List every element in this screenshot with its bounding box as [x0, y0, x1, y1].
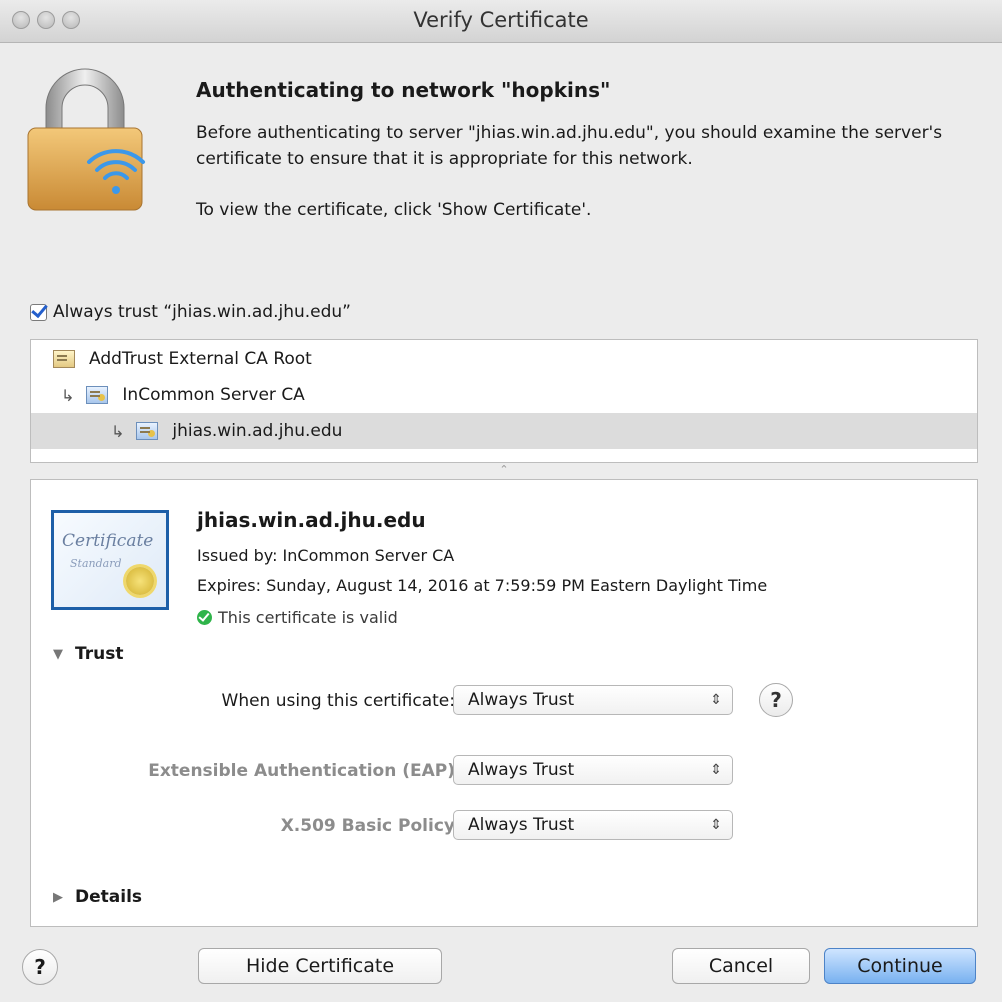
select-value: Always Trust [468, 690, 575, 710]
window-title: Verify Certificate [413, 8, 589, 32]
tree-item-label: AddTrust External CA Root [89, 349, 312, 369]
dialog-instruction: To view the certificate, click 'Show Cer… [196, 200, 592, 220]
certificate-image-word: Standard [70, 557, 122, 570]
certificate-issuer: Issued by: InCommon Server CA [197, 546, 455, 565]
certificate-chain-tree: AddTrust External CA Root ↳ InCommon Ser… [30, 339, 978, 463]
title-bar: Verify Certificate [0, 0, 1002, 43]
dialog-heading: Authenticating to network "hopkins" [196, 78, 611, 102]
certificate-icon [136, 422, 159, 440]
certificate-status-text: This certificate is valid [218, 608, 398, 627]
continue-button[interactable]: Continue [824, 948, 976, 984]
trust-policy-select[interactable]: Always Trust ⇕ [453, 685, 733, 715]
select-value: Always Trust [468, 760, 575, 780]
details-section-label: Details [75, 887, 143, 907]
cancel-button[interactable]: Cancel [672, 948, 810, 984]
tree-item-label: jhias.win.ad.jhu.edu [172, 421, 343, 441]
eap-row-label: Extensible Authentication (EAP) [148, 761, 455, 781]
tree-item-server-cert[interactable]: ↳ jhias.win.ad.jhu.edu [31, 413, 977, 449]
root-certificate-icon [53, 350, 75, 368]
tree-item-intermediate-ca[interactable]: ↳ InCommon Server CA [31, 377, 977, 413]
x509-row-label: X.509 Basic Policy [280, 816, 455, 836]
tree-item-label: InCommon Server CA [122, 385, 305, 405]
disclosure-open-icon: ▼ [53, 646, 63, 662]
certificate-details-panel: Certificate Standard jhias.win.ad.jhu.ed… [30, 479, 978, 927]
child-arrow-icon: ↳ [61, 385, 75, 405]
hide-certificate-button[interactable]: Hide Certificate [198, 948, 442, 984]
details-disclosure[interactable]: ▶ Details [53, 887, 142, 907]
up-down-arrows-icon: ⇕ [710, 817, 722, 833]
certificate-image: Certificate Standard [51, 510, 169, 610]
up-down-arrows-icon: ⇕ [710, 692, 722, 708]
tree-item-root-ca[interactable]: AddTrust External CA Root [31, 341, 977, 377]
valid-check-icon [197, 610, 212, 625]
certificate-name: jhias.win.ad.jhu.edu [197, 508, 426, 532]
certificate-expiry: Expires: Sunday, August 14, 2016 at 7:59… [197, 576, 768, 595]
trust-section-label: Trust [75, 644, 124, 664]
verify-certificate-window: Verify Certificate Authenticating to net… [0, 0, 1002, 1002]
dialog-description: Before authenticating to server "jhias.w… [196, 123, 943, 169]
certificate-status: This certificate is valid [197, 608, 398, 627]
always-trust-option[interactable]: Always trust “jhias.win.ad.jhu.edu” [30, 300, 351, 324]
certificate-icon [86, 386, 109, 404]
seal-icon [126, 567, 154, 595]
trust-help-button[interactable]: ? [759, 683, 793, 717]
always-trust-label: Always trust “jhias.win.ad.jhu.edu” [53, 302, 351, 322]
wifi-lock-icon [27, 68, 145, 211]
always-trust-checkbox[interactable] [30, 303, 47, 321]
child-arrow-icon: ↳ [111, 421, 125, 441]
eap-policy-select[interactable]: Always Trust ⇕ [453, 755, 733, 785]
split-view-handle[interactable]: ⌃ [30, 463, 978, 477]
x509-policy-select[interactable]: Always Trust ⇕ [453, 810, 733, 840]
trust-row-label: When using this certificate: [221, 691, 455, 711]
select-value: Always Trust [468, 815, 575, 835]
certificate-image-word: Certificate [62, 531, 154, 551]
help-button[interactable]: ? [22, 949, 58, 985]
up-down-arrows-icon: ⇕ [710, 762, 722, 778]
disclosure-closed-icon: ▶ [53, 889, 63, 905]
trust-disclosure[interactable]: ▼ Trust [53, 644, 123, 664]
